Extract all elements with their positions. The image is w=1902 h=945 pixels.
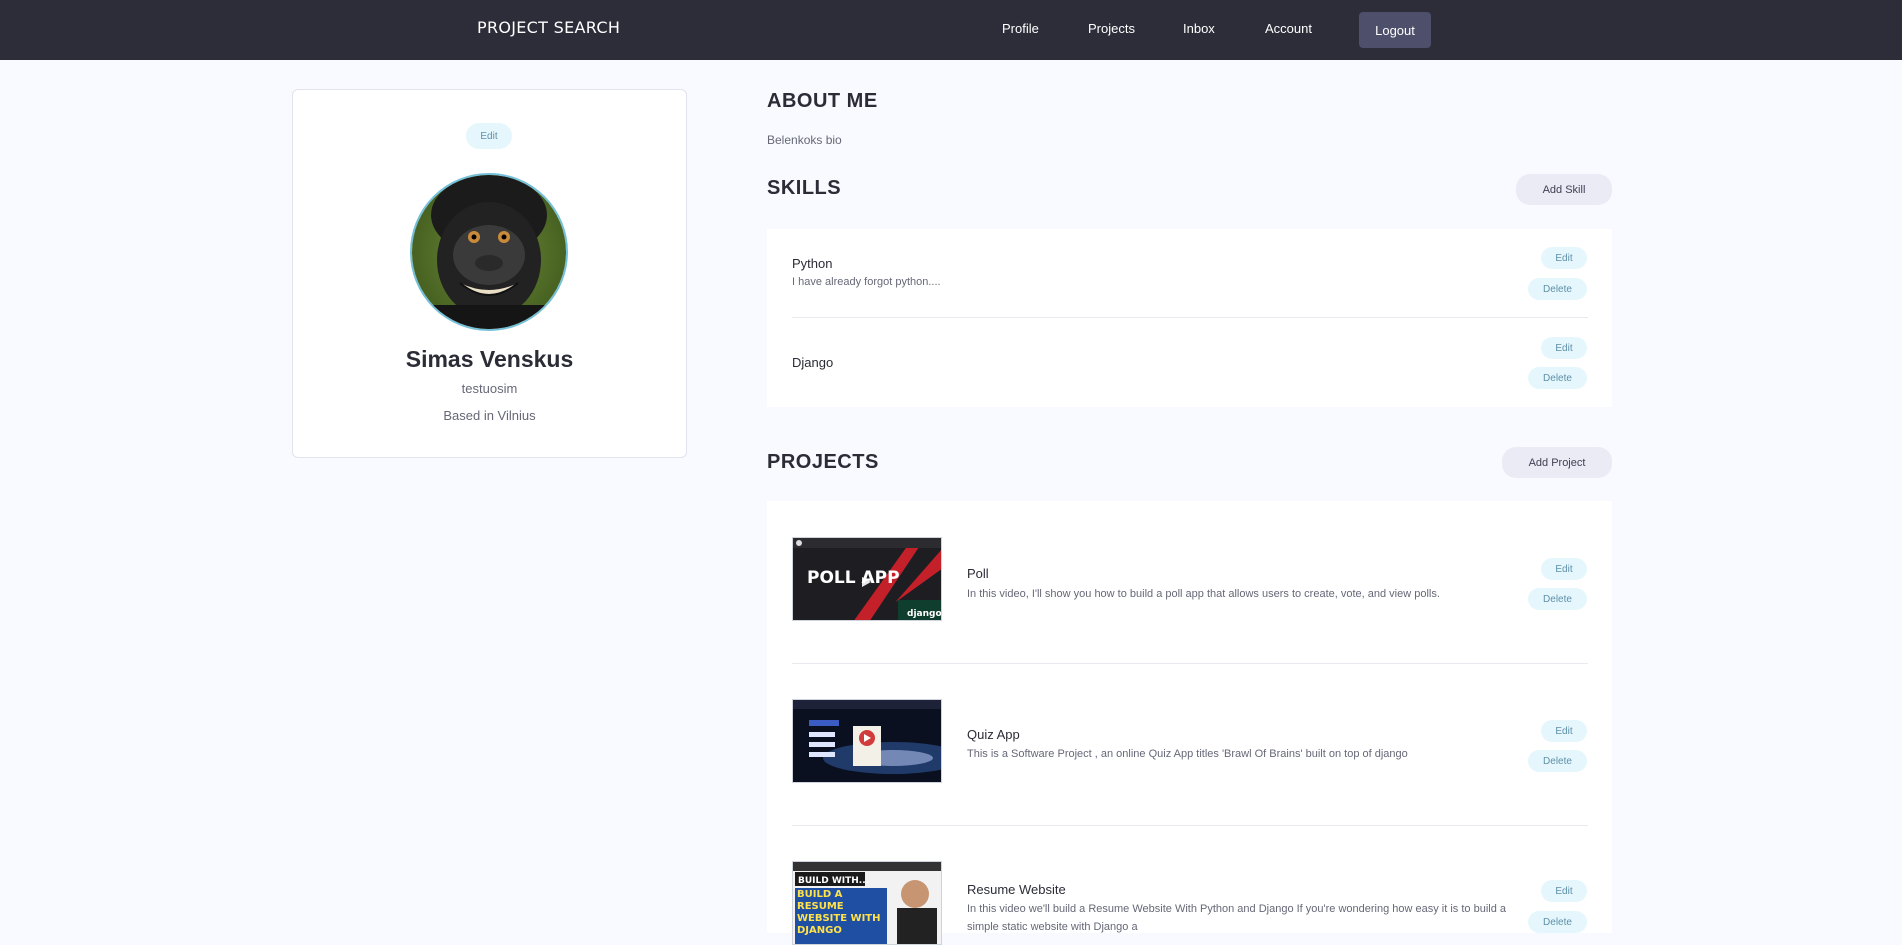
edit-project-button[interactable]: Edit xyxy=(1541,880,1587,902)
poll-app-thumbnail-image: POLL APP django xyxy=(793,538,942,620)
row-divider xyxy=(792,663,1588,664)
add-skill-button[interactable]: Add Skill xyxy=(1516,174,1612,205)
profile-card: Edit Simas Venskus testuosim Based in Vi xyxy=(292,89,687,458)
about-bio: Belenkoks bio xyxy=(767,133,842,147)
project-description: In this video, I'll show you how to buil… xyxy=(967,588,1440,600)
edit-project-button[interactable]: Edit xyxy=(1541,558,1587,580)
skill-name: Django xyxy=(792,355,834,370)
delete-skill-button[interactable]: Delete xyxy=(1528,367,1587,389)
project-title[interactable]: Poll xyxy=(967,566,989,581)
project-description: This is a Software Project , an online Q… xyxy=(967,748,1408,760)
nav-link-projects[interactable]: Projects xyxy=(1088,21,1135,36)
top-navbar: PROJECT SEARCH Profile Projects Inbox Ac… xyxy=(0,0,1902,60)
edit-project-button[interactable]: Edit xyxy=(1541,720,1587,742)
project-description: In this video we'll build a Resume Websi… xyxy=(967,903,1507,933)
edit-skill-button[interactable]: Edit xyxy=(1541,337,1587,359)
project-title[interactable]: Quiz App xyxy=(967,727,1020,742)
macaque-avatar-image xyxy=(412,175,566,329)
skills-panel: Python I have already forgot python.... … xyxy=(767,229,1612,407)
profile-username: testuosim xyxy=(461,381,518,396)
row-divider xyxy=(792,317,1588,318)
edit-skill-button[interactable]: Edit xyxy=(1541,247,1587,269)
project-thumbnail[interactable] xyxy=(792,699,942,783)
profile-location: Based in Vilnius xyxy=(443,408,536,423)
delete-skill-button[interactable]: Delete xyxy=(1528,278,1587,300)
add-project-button[interactable]: Add Project xyxy=(1502,447,1612,478)
poll-thumb-text: POLL APP xyxy=(807,568,900,588)
delete-project-button[interactable]: Delete xyxy=(1528,911,1587,933)
resume-thumb-text: BUILD A RESUME WEBSITE WITH DJANGO xyxy=(797,889,881,936)
about-title: ABOUT ME xyxy=(767,90,878,112)
nav-link-profile[interactable]: Profile xyxy=(1002,21,1039,36)
nav-link-account[interactable]: Account xyxy=(1265,21,1312,36)
project-thumbnail[interactable]: POLL APP django xyxy=(792,537,942,621)
quiz-app-thumbnail-image xyxy=(793,700,941,782)
skills-title: SKILLS xyxy=(767,177,842,199)
resume-thumb-sub: BUILD WITH... xyxy=(798,876,869,886)
delete-project-button[interactable]: Delete xyxy=(1528,588,1587,610)
nav-link-inbox[interactable]: Inbox xyxy=(1183,21,1215,36)
delete-project-button[interactable]: Delete xyxy=(1528,750,1587,772)
skill-description: I have already forgot python.... xyxy=(792,276,941,288)
project-thumbnail[interactable]: BUILD WITH... BUILD A RESUME WEBSITE WIT… xyxy=(792,861,942,945)
poll-thumb-sub: django xyxy=(907,609,942,619)
projects-title: PROJECTS xyxy=(767,451,879,473)
project-title[interactable]: Resume Website xyxy=(967,882,1066,897)
edit-profile-button[interactable]: Edit xyxy=(466,123,512,149)
projects-panel: POLL APP django Poll In this video, I'll… xyxy=(767,501,1612,945)
avatar xyxy=(410,173,568,331)
brand-logo[interactable]: PROJECT SEARCH xyxy=(477,18,620,37)
logout-button[interactable]: Logout xyxy=(1359,12,1431,48)
row-divider xyxy=(792,825,1588,826)
profile-name: Simas Venskus xyxy=(405,346,574,372)
skill-name: Python xyxy=(792,256,833,271)
